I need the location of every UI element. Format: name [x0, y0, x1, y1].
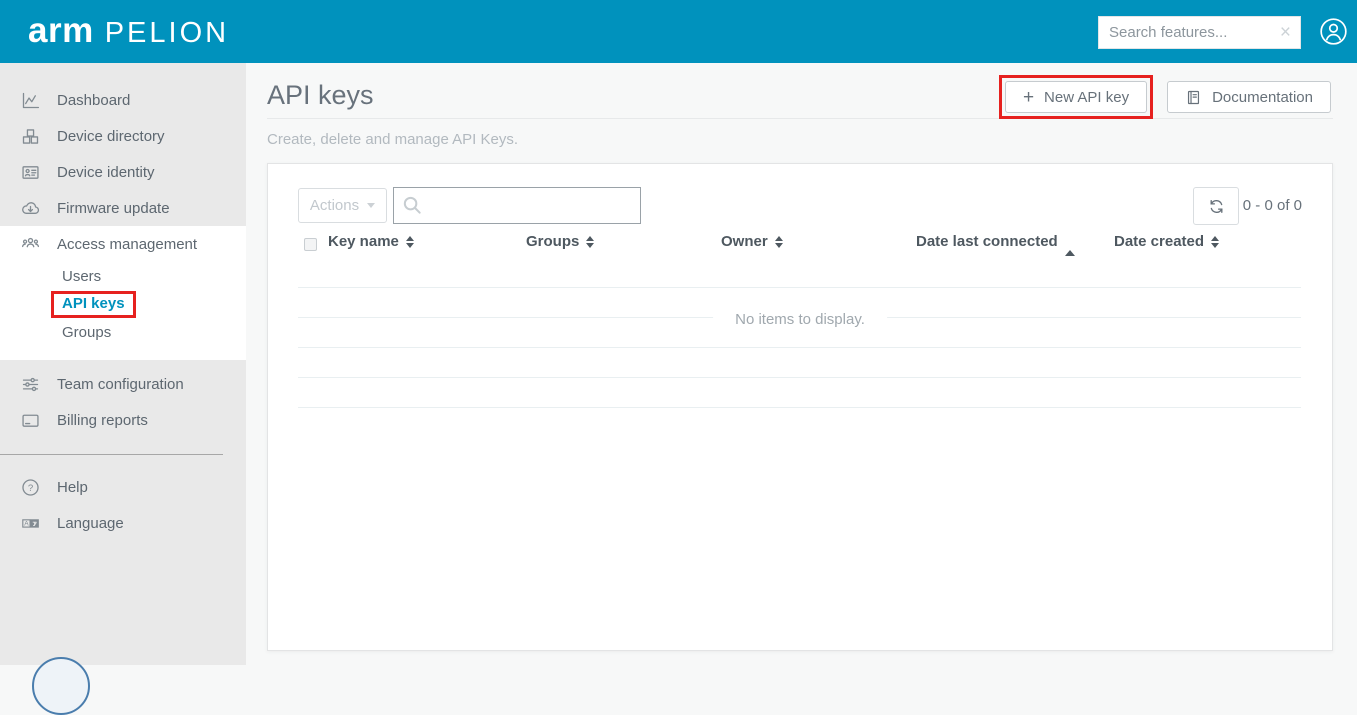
sidebar-item-billing-reports[interactable]: Billing reports — [0, 402, 246, 438]
sort-both-icon — [405, 235, 414, 248]
actions-dropdown-label: Actions — [309, 197, 360, 214]
billing-reports-card-icon — [19, 409, 41, 431]
sidebar-section-support: ? Help A Language — [0, 455, 246, 541]
sidebar-item-label: Help — [57, 478, 88, 496]
api-keys-panel: Actions 0 - 0 of 0 Key name Groups Owner… — [267, 163, 1333, 651]
sort-ascending-icon — [1064, 233, 1075, 256]
sidebar-item-label: Team configuration — [57, 375, 184, 393]
column-header-key-name[interactable]: Key name — [328, 233, 414, 250]
sidebar-subitem-api-keys[interactable]: API keys — [0, 290, 246, 318]
empty-state: No items to display. — [713, 299, 887, 341]
column-label: Key name — [328, 233, 399, 250]
documentation-button[interactable]: Documentation — [1167, 81, 1331, 113]
refresh-icon — [1207, 197, 1226, 216]
refresh-button[interactable] — [1193, 187, 1239, 225]
feature-search-input[interactable] — [1099, 24, 1278, 41]
page-subtitle: Create, delete and manage API Keys. — [267, 131, 518, 148]
top-bar: arm PELION × — [0, 0, 1357, 63]
sidebar: Dashboard Device directory Device identi… — [0, 63, 246, 715]
pelion-logo: arm PELION — [28, 11, 229, 51]
svg-text:A: A — [24, 520, 29, 527]
table-search-input[interactable] — [424, 197, 640, 214]
sidebar-subitem-users[interactable]: Users — [0, 262, 246, 290]
table-search-box — [393, 187, 641, 224]
pelion-logo-text: PELION — [104, 17, 230, 49]
annotation-box-api-keys: API keys — [51, 290, 136, 318]
sidebar-item-label: Dashboard — [57, 91, 131, 109]
column-header-date-created[interactable]: Date created — [1114, 233, 1220, 250]
pagination-count: 0 - 0 of 0 — [1242, 197, 1302, 214]
page-title: API keys — [267, 80, 374, 110]
sidebar-item-label: Device directory — [57, 127, 165, 145]
sidebar-item-team-configuration[interactable]: Team configuration — [0, 366, 246, 402]
table-row — [298, 348, 1301, 378]
sort-both-icon — [1211, 235, 1220, 248]
sidebar-item-device-directory[interactable]: Device directory — [0, 118, 246, 154]
help-icon: ? — [19, 476, 41, 498]
arm-logo-text: arm — [28, 11, 94, 50]
feature-search-box: × — [1098, 16, 1301, 49]
search-icon — [401, 194, 424, 217]
table-row — [298, 258, 1301, 288]
select-all-checkbox[interactable] — [304, 238, 317, 251]
access-management-people-icon — [19, 233, 41, 255]
svg-text:?: ? — [27, 483, 32, 494]
sidebar-item-label: Device identity — [57, 163, 155, 181]
sidebar-item-access-management[interactable]: Access management — [0, 226, 246, 262]
language-icon: A — [19, 512, 41, 534]
sidebar-item-label: Billing reports — [57, 411, 148, 429]
sidebar-section-access-management: Access management Users API keys Groups — [0, 226, 246, 360]
clear-search-icon[interactable]: × — [1280, 23, 1291, 42]
sidebar-subitem-label: Groups — [62, 323, 112, 341]
sidebar-subitem-groups[interactable]: Groups — [0, 318, 246, 346]
sidebar-item-label: Access management — [57, 235, 198, 253]
device-directory-icon — [19, 125, 41, 147]
annotation-box-new-api-key: + New API key — [998, 75, 1154, 119]
chat-launcher-icon[interactable] — [32, 657, 90, 715]
sidebar-item-help[interactable]: ? Help — [0, 469, 246, 505]
sidebar-subitem-label: API keys — [62, 294, 125, 312]
column-label: Date created — [1114, 233, 1205, 250]
documentation-button-label: Documentation — [1212, 88, 1313, 106]
new-api-key-button[interactable]: + New API key — [1004, 81, 1148, 113]
sort-both-icon — [586, 235, 595, 248]
column-header-owner[interactable]: Owner — [721, 233, 783, 250]
device-identity-icon — [19, 161, 41, 183]
chevron-down-icon — [367, 203, 376, 208]
user-account-icon[interactable] — [1319, 17, 1348, 46]
new-api-key-button-label: New API key — [1044, 88, 1130, 106]
firmware-update-cloud-icon — [19, 197, 41, 219]
sidebar-item-label: Firmware update — [57, 199, 170, 217]
sidebar-subitem-label: Users — [62, 267, 102, 285]
team-configuration-sliders-icon — [19, 373, 41, 395]
page-actions: + New API key Documentation — [998, 75, 1331, 119]
sidebar-item-language[interactable]: A Language — [0, 505, 246, 541]
sidebar-item-dashboard[interactable]: Dashboard — [0, 82, 246, 118]
sidebar-item-firmware-update[interactable]: Firmware update — [0, 190, 246, 226]
column-header-groups[interactable]: Groups — [526, 233, 595, 250]
sort-both-icon — [774, 235, 783, 248]
sidebar-section-main: Dashboard Device directory Device identi… — [0, 63, 246, 226]
column-label: Groups — [526, 233, 580, 250]
column-header-date-last-connected[interactable]: Date last connected — [916, 233, 1075, 256]
documentation-icon — [1185, 89, 1202, 106]
plus-icon: + — [1022, 86, 1035, 108]
column-label: Date last connected — [916, 233, 1058, 250]
sidebar-section-secondary: Team configuration Billing reports — [0, 360, 246, 455]
actions-dropdown-button[interactable]: Actions — [298, 188, 387, 223]
sidebar-item-label: Language — [57, 514, 124, 532]
column-label: Owner — [721, 233, 768, 250]
table-row — [298, 378, 1301, 408]
sidebar-item-device-identity[interactable]: Device identity — [0, 154, 246, 190]
empty-state-message: No items to display. — [735, 311, 865, 328]
dashboard-icon — [19, 89, 41, 111]
